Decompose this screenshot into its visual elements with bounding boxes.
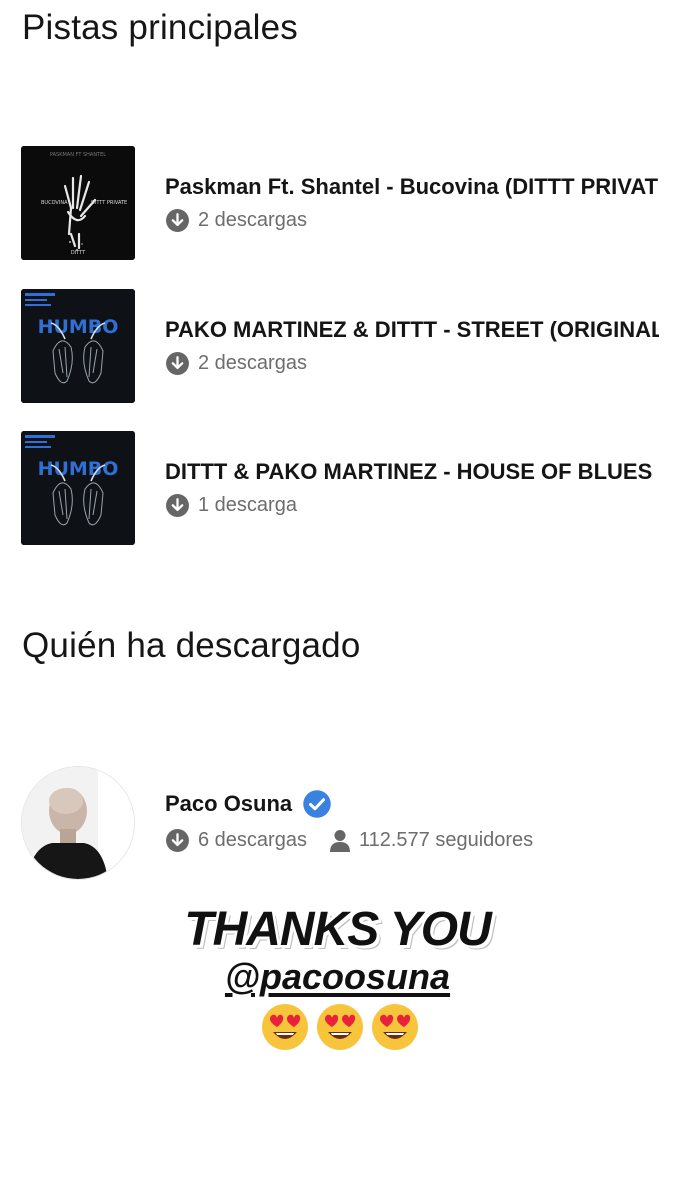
thanks-sticker: THANKS YOU: [184, 903, 491, 956]
track-title[interactable]: Paskman Ft. Shantel - Bucovina (DITTT PR…: [165, 174, 659, 200]
verified-badge-icon: [303, 790, 331, 818]
track-cover: HUMBO: [21, 289, 135, 403]
cover-label: HUMBO: [38, 458, 119, 480]
download-count: 1 descarga: [198, 494, 297, 516]
user-name-line: Paco Osuna: [165, 789, 332, 819]
top-tracks-heading: Pistas principales: [22, 8, 298, 47]
user-name[interactable]: Paco Osuna: [165, 791, 292, 817]
mention-sticker[interactable]: @pacoosuna: [0, 956, 675, 998]
user-download-count: 6 descargas: [198, 829, 307, 851]
download-icon: [166, 829, 189, 852]
track-cover: HUMBO: [21, 431, 135, 545]
cover-label: BUCOVINA: [41, 200, 68, 206]
person-icon: [329, 829, 350, 852]
user-stats: 6 descargas 112.577 seguidores: [165, 828, 533, 853]
track-row[interactable]: PASKMAN FT SHANTEL BUCOVINA DITTT PRIVAT…: [21, 146, 661, 262]
heart-eyes-emoji-icon: [262, 1004, 308, 1050]
track-title[interactable]: DITTT & PAKO MARTINEZ - HOUSE OF BLUES: [165, 459, 659, 485]
track-downloads: 2 descargas: [165, 208, 307, 233]
cover-label: HUMBO: [38, 316, 119, 338]
download-icon: [166, 352, 189, 375]
track-row[interactable]: HUMBO PAKO MARTINEZ & DITTT - STREET (OR…: [21, 289, 661, 405]
track-downloads: 1 descarga: [165, 493, 297, 518]
heart-eyes-emoji-icon: [372, 1004, 418, 1050]
download-icon: [166, 494, 189, 517]
download-count: 2 descargas: [198, 209, 307, 231]
track-downloads: 2 descargas: [165, 351, 307, 376]
cover-label: DITTT PRIVATE: [91, 200, 127, 206]
avatar[interactable]: [21, 766, 135, 880]
follower-count: 112.577 seguidores: [358, 829, 534, 851]
emoji-row: [260, 1002, 420, 1054]
downloaders-heading: Quién ha descargado: [22, 626, 361, 665]
svg-text:PASKMAN FT SHANTEL: PASKMAN FT SHANTEL: [50, 152, 106, 158]
track-cover: PASKMAN FT SHANTEL BUCOVINA DITTT PRIVAT…: [21, 146, 135, 260]
download-count: 2 descargas: [198, 352, 307, 374]
mention-handle[interactable]: @pacoosuna: [225, 956, 450, 997]
track-title[interactable]: PAKO MARTINEZ & DITTT - STREET (ORIGINAL…: [165, 317, 659, 343]
heart-eyes-emoji-icon: [317, 1004, 363, 1050]
download-icon: [166, 209, 189, 232]
downloader-row[interactable]: Paco Osuna 6 descargas 112.577 seguidore…: [21, 766, 661, 882]
track-row[interactable]: HUMBO DITTT & PAKO MARTINEZ - HOUSE OF B…: [21, 431, 661, 547]
cover-label: DITTT: [71, 250, 86, 256]
